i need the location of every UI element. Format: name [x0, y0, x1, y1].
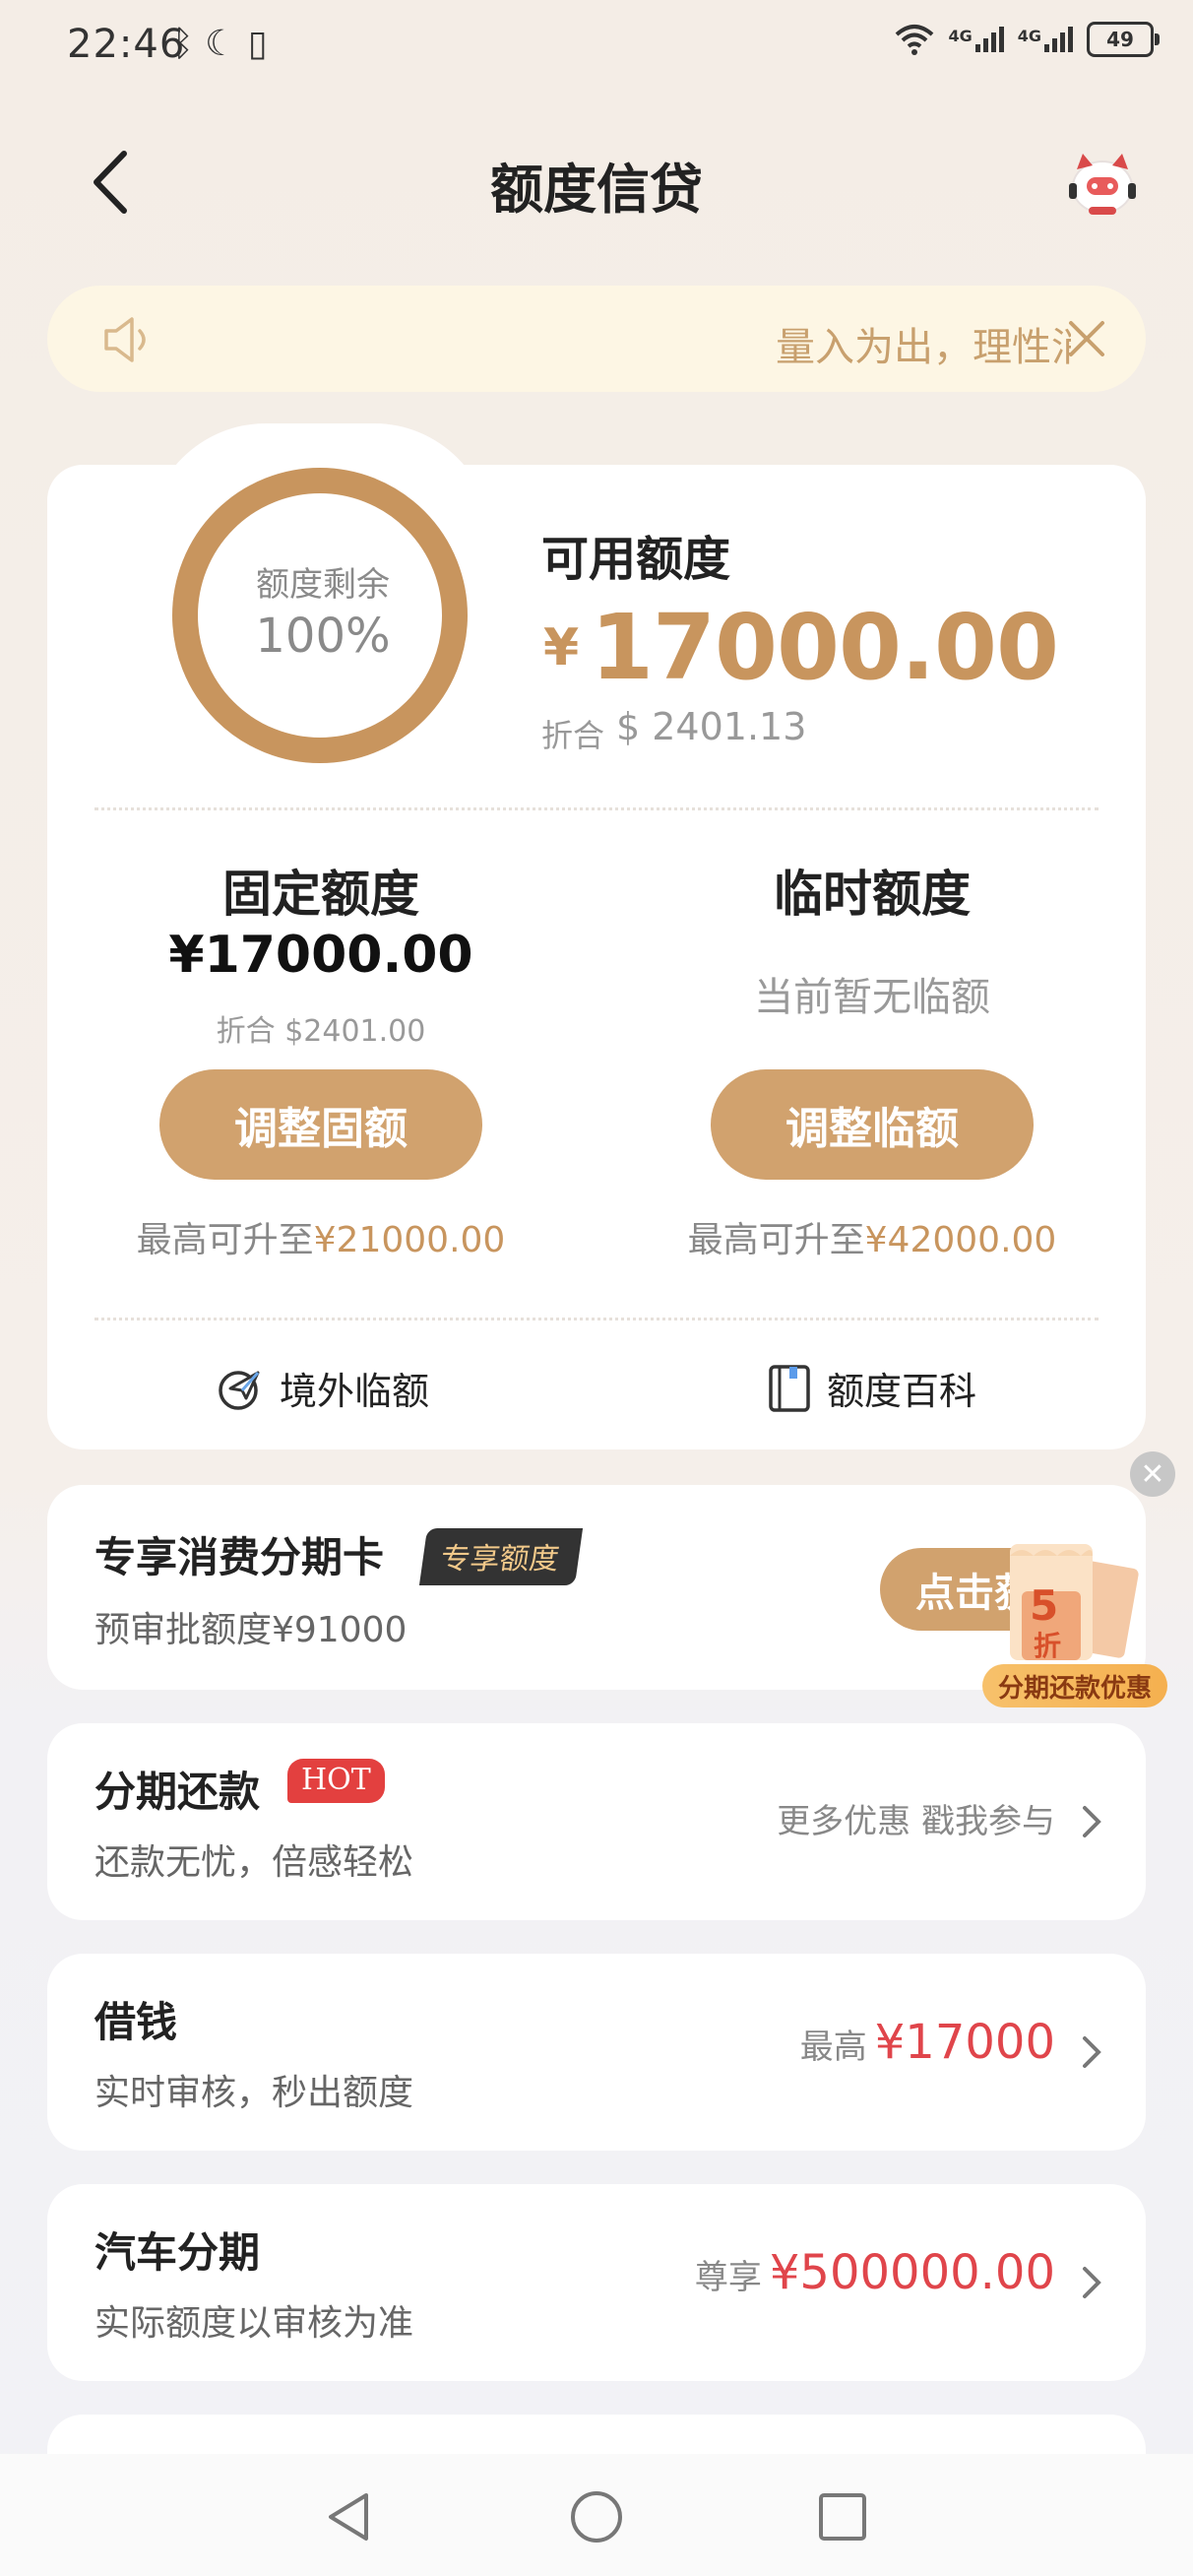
- list-item-right-label: 更多优惠 戳我参与: [777, 1802, 1055, 1841]
- vibrate-icon: ▯: [247, 24, 268, 64]
- list-item-title: 借钱: [94, 1998, 178, 2046]
- hot-badge: HOT: [287, 1759, 385, 1803]
- quota-wiki-link[interactable]: 额度百科: [768, 1361, 976, 1415]
- signal-icon-2: 4G: [1018, 27, 1073, 52]
- list-item-right-label: 尊享: [694, 2258, 762, 2297]
- fixed-max-line: 最高可升至¥21000.00: [136, 1220, 506, 1260]
- mascot-assistant-icon[interactable]: [1065, 148, 1140, 219]
- chevron-right-icon: [1083, 2036, 1101, 2068]
- promo-discount-unit: 折: [1034, 1630, 1062, 1662]
- bluetooth-icon: ᛒ: [172, 24, 194, 64]
- chevron-right-icon: [1083, 2267, 1101, 2298]
- list-item-subtitle: 实时审核，秒出额度: [94, 2073, 414, 2113]
- plane-globe-icon: [219, 1370, 260, 1410]
- available-currency: ¥: [543, 618, 580, 677]
- notice-bar: 量入为出，理性消费: [47, 286, 1146, 392]
- list-item-subtitle: 还款无忧，倍感轻松: [94, 1842, 414, 1883]
- temp-quota-title: 临时额度: [774, 866, 971, 923]
- status-time: 22:46: [67, 22, 186, 67]
- battery-icon: 49: [1087, 22, 1160, 57]
- discount-coupon-icon[interactable]: [994, 1536, 1162, 1684]
- notice-marquee: 量入为出，理性消费: [776, 286, 1071, 392]
- close-promo-icon[interactable]: ✕: [1130, 1451, 1175, 1497]
- close-notice-icon[interactable]: [1067, 319, 1106, 358]
- status-right: 4G 4G 49: [895, 22, 1160, 57]
- list-item-right-value: ¥500000.00: [769, 2245, 1055, 2300]
- exclusive-badge: 专享额度: [418, 1528, 584, 1585]
- ring-value: 100%: [255, 609, 391, 664]
- moon-icon: ☾: [205, 24, 237, 64]
- temp-max-line: 最高可升至¥42000.00: [687, 1220, 1057, 1260]
- divider: [94, 1318, 1099, 1320]
- nav-back-icon[interactable]: [325, 2489, 372, 2544]
- chevron-right-icon: [1083, 1806, 1101, 1837]
- fixed-quota-amount: ¥17000.00: [168, 926, 473, 985]
- list-item-title: 汽车分期: [94, 2228, 261, 2277]
- list-item-title: 分期还款: [94, 1768, 261, 1816]
- status-icons: ᛒ ☾ ▯: [172, 24, 268, 64]
- installment-card-title: 专享消费分期卡: [94, 1533, 385, 1581]
- adjust-temp-button[interactable]: 调整临额: [711, 1069, 1034, 1180]
- system-nav-bar: [0, 2454, 1193, 2576]
- nav-recents-icon[interactable]: [817, 2491, 868, 2543]
- list-item-right-label: 最高: [799, 2028, 867, 2067]
- signal-icon-1: 4G: [948, 27, 1004, 52]
- available-label: 可用额度: [541, 532, 731, 587]
- installment-card-subtitle: 预审批额度¥91000: [94, 1610, 408, 1650]
- page-title: 额度信贷: [490, 159, 703, 221]
- list-item-subtitle: 实际额度以审核为准: [94, 2303, 414, 2344]
- list-item[interactable]: 汽车分期 实际额度以审核为准 尊享 ¥500000.00: [47, 2184, 1146, 2381]
- book-icon: [769, 1364, 810, 1412]
- wifi-icon: [896, 25, 934, 55]
- promo-discount-number: 5: [1030, 1581, 1059, 1630]
- fixed-quota-title: 固定额度: [222, 866, 419, 923]
- list-item[interactable]: 借钱 实时审核，秒出额度 最高 ¥17000: [47, 1954, 1146, 2151]
- adjust-fixed-button[interactable]: 调整固额: [159, 1069, 482, 1180]
- available-conversion-label: 折合: [541, 717, 605, 754]
- fixed-quota-conversion: 折合 $2401.00: [216, 1014, 426, 1049]
- overseas-temp-link[interactable]: 境外临额: [217, 1361, 429, 1415]
- available-amount: 17000.00: [591, 595, 1059, 700]
- ring-label: 额度剩余: [256, 565, 390, 605]
- notice-text: 量入为出，理性消费: [776, 325, 1071, 370]
- list-item-right-value: ¥17000: [874, 2015, 1055, 2070]
- list-item[interactable]: 分期还款 HOT 还款无忧，倍感轻松 更多优惠 戳我参与: [47, 1723, 1146, 1920]
- promo-badge[interactable]: 分期还款优惠: [982, 1664, 1167, 1707]
- available-conversion-value: $ 2401.13: [616, 705, 807, 748]
- nav-home-icon[interactable]: [569, 2489, 624, 2544]
- speaker-icon: [104, 317, 146, 362]
- divider: [94, 807, 1099, 810]
- temp-quota-none: 当前暂无临额: [754, 975, 990, 1020]
